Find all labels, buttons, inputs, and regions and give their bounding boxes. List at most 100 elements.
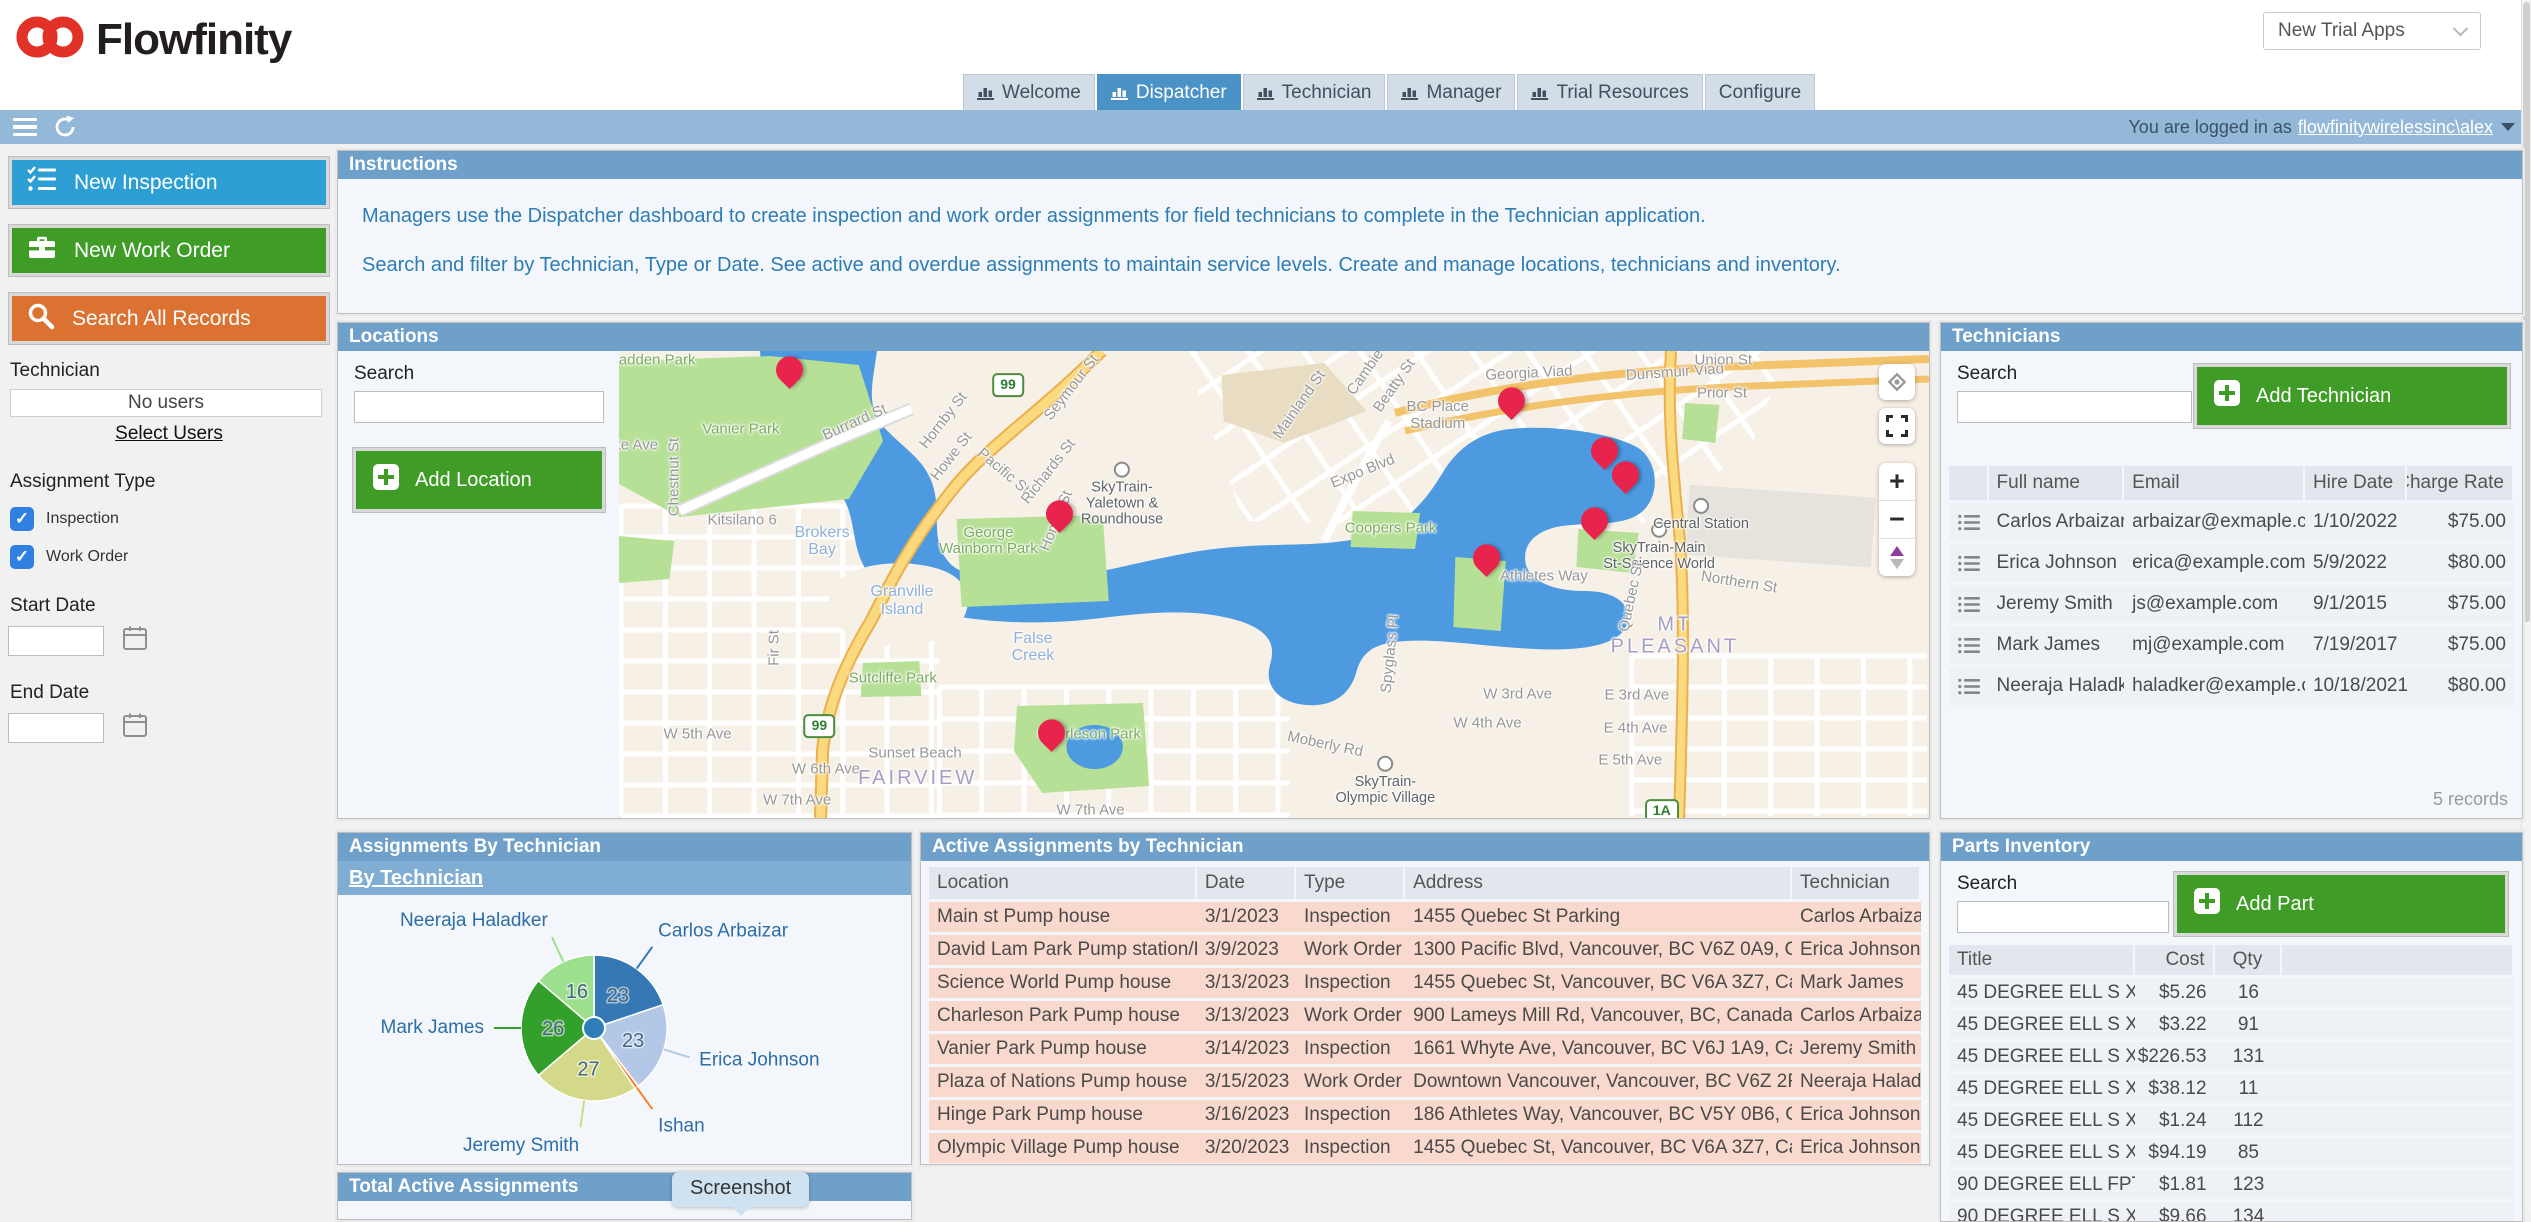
tab-label: Technician	[1282, 82, 1372, 104]
table-cell: $75.00	[2407, 626, 2514, 664]
table-row[interactable]: 45 DEGREE ELL S X S - ...$226.53131	[1949, 1042, 2514, 1071]
calendar-icon[interactable]	[122, 712, 148, 743]
table-row[interactable]: 45 DEGREE ELL S X S - ...$38.1211	[1949, 1074, 2514, 1103]
panel-title: Active Assignments by Technician	[921, 833, 1929, 861]
table-row[interactable]: Olympic Village Pump house3/20/2023Inspe…	[929, 1133, 1921, 1163]
flowfinity-logo: Flowfinity	[16, 12, 291, 67]
tilt-up-icon[interactable]	[1890, 546, 1904, 556]
map-pin[interactable]	[1036, 715, 1066, 755]
map-fullscreen-button[interactable]	[1879, 408, 1915, 444]
select-users-link[interactable]: Select Users	[8, 423, 330, 445]
map-pin[interactable]	[1580, 503, 1610, 543]
table-row[interactable]: Erica Johnsonerica@example.com5/9/2022$8…	[1949, 544, 2514, 582]
by-technician-link[interactable]: By Technician	[349, 867, 483, 890]
table-row[interactable]: Carlos Arbaizararbaizar@exmaple.com1/10/…	[1949, 503, 2514, 541]
map-tilt-control[interactable]	[1879, 538, 1915, 576]
checkbox-inspection[interactable]: ✓ Inspection	[10, 507, 328, 531]
calendar-icon[interactable]	[122, 625, 148, 656]
table-row[interactable]: Charleson Park Pump house3/13/2023Work O…	[929, 1001, 1921, 1031]
table-cell: 45 DEGREE ELL S X S - ...	[1949, 1138, 2135, 1167]
login-user-link[interactable]: flowfinitywirelessinc\alex	[2298, 117, 2493, 138]
add-technician-button[interactable]: Add Technician	[2193, 363, 2511, 429]
locations-search-input[interactable]	[354, 391, 604, 423]
button-label: New Work Order	[74, 239, 230, 263]
table-row[interactable]: Mark Jamesmj@example.com7/19/2017$75.00	[1949, 626, 2514, 664]
refresh-icon[interactable]	[53, 115, 77, 144]
row-menu-icon[interactable]	[1949, 626, 1989, 664]
end-date-label: End Date	[10, 682, 328, 704]
row-menu-icon[interactable]	[1949, 667, 1989, 705]
table-row[interactable]: 45 DEGREE ELL S X S - ...$94.1985	[1949, 1138, 2514, 1167]
map-pin[interactable]	[1044, 496, 1074, 536]
table-header-cell: Full name	[1989, 466, 2125, 500]
table-row[interactable]: 45 DEGREE ELL S X S - ...$3.2291	[1949, 1010, 2514, 1039]
table-row[interactable]: Main st Pump house3/1/2023Inspection1455…	[929, 902, 1921, 932]
table-cell: 131	[2215, 1042, 2283, 1071]
start-date-input[interactable]	[8, 626, 104, 656]
table-row[interactable]: 90 DEGREE ELL FPT X ...$1.81123	[1949, 1170, 2514, 1199]
table-row[interactable]: Science World Pump house3/13/2023Inspect…	[929, 968, 1921, 998]
row-menu-icon[interactable]	[1949, 544, 1989, 582]
table-row[interactable]: 45 DEGREE ELL S X S - ...$1.24112	[1949, 1106, 2514, 1135]
table-cell: mj@example.com	[2124, 626, 2305, 664]
table-cell	[2282, 945, 2514, 975]
table-cell	[2282, 1010, 2514, 1039]
map-locate-button[interactable]	[1879, 364, 1915, 400]
map-pin[interactable]	[774, 353, 804, 393]
sidebar: New Inspection New Work Order Search All R…	[8, 156, 330, 743]
table-header-cell: Email	[2124, 466, 2305, 500]
table-row[interactable]: Vanier Park Pump house3/14/2023Inspectio…	[929, 1034, 1921, 1064]
table-row[interactable]: Hinge Park Pump house3/16/2023Inspection…	[929, 1100, 1921, 1130]
tab-configure[interactable]: Configure	[1705, 74, 1815, 110]
button-label: New Inspection	[74, 171, 218, 195]
add-location-button[interactable]: Add Location	[352, 447, 606, 513]
map-pin[interactable]	[1610, 457, 1640, 497]
menu-icon[interactable]	[13, 118, 37, 136]
screenshot-tooltip: Screenshot	[672, 1172, 809, 1207]
tilt-down-icon[interactable]	[1890, 559, 1904, 569]
tab-technician[interactable]: Technician	[1243, 74, 1386, 110]
locations-map[interactable]: Hadden ParkVanier Parkte AveChestnut StK…	[619, 351, 1929, 818]
checkbox-label: Inspection	[46, 510, 119, 528]
assignment-type-label: Assignment Type	[10, 471, 328, 493]
tab-dispatcher[interactable]: Dispatcher	[1097, 74, 1241, 110]
tab-manager[interactable]: Manager	[1387, 74, 1515, 110]
app-selector-dropdown[interactable]: New Trial Apps	[2263, 12, 2481, 50]
table-cell: 1661 Whyte Ave, Vancouver, BC V6J 1A9, C…	[1405, 1034, 1792, 1064]
checkbox-checked-icon[interactable]: ✓	[10, 507, 34, 531]
pie-label: Jeremy Smith	[463, 1135, 579, 1156]
map-pin[interactable]	[1471, 540, 1501, 580]
table-row[interactable]: 45 DEGREE ELL S X S - ...$5.2616	[1949, 978, 2514, 1007]
technicians-search-input[interactable]	[1957, 391, 2192, 423]
map-zoom-out-button[interactable]: −	[1879, 500, 1915, 538]
tab-trial-resources[interactable]: Trial Resources	[1517, 74, 1702, 110]
parts-search-input[interactable]	[1957, 901, 2169, 933]
plus-icon	[2194, 888, 2220, 920]
pie-label: Carlos Arbaizar	[658, 921, 789, 942]
scrollbar-thumb[interactable]	[2523, 2, 2530, 622]
search-all-records-button[interactable]: Search All Records	[8, 292, 330, 345]
table-cell: Inspection	[1296, 902, 1405, 932]
row-menu-icon[interactable]	[1949, 503, 1989, 541]
map-pin[interactable]	[1496, 383, 1526, 423]
technician-filter-value[interactable]: No users	[10, 389, 322, 417]
caret-down-icon[interactable]	[2501, 123, 2515, 131]
row-menu-icon[interactable]	[1949, 585, 1989, 623]
table-header-cell: Address	[1405, 867, 1792, 899]
checkbox-work-order[interactable]: ✓ Work Order	[10, 545, 328, 569]
map-zoom-in-button[interactable]: +	[1879, 463, 1915, 500]
checkbox-checked-icon[interactable]: ✓	[10, 545, 34, 569]
table-row[interactable]: Neeraja Haladkerhaladker@example.com10/1…	[1949, 667, 2514, 705]
active-assignments-table: LocationDateTypeAddressTechnicianMain st…	[929, 867, 1921, 1164]
chevron-down-icon	[2453, 20, 2469, 36]
table-row[interactable]: Jeremy Smithjs@example.com9/1/2015$75.00	[1949, 585, 2514, 623]
new-inspection-button[interactable]: New Inspection	[8, 156, 330, 209]
table-row[interactable]: Plaza of Nations Pump house3/15/2023Work…	[929, 1067, 1921, 1097]
table-cell: Vanier Park Pump house	[929, 1034, 1197, 1064]
tab-welcome[interactable]: Welcome	[963, 74, 1095, 110]
end-date-input[interactable]	[8, 713, 104, 743]
table-cell: 45 DEGREE ELL S X S - ...	[1949, 1074, 2135, 1103]
new-work-order-button[interactable]: New Work Order	[8, 224, 330, 277]
table-row[interactable]: David Lam Park Pump station/Fountain3/9/…	[929, 935, 1921, 965]
add-part-button[interactable]: Add Part	[2173, 871, 2509, 937]
